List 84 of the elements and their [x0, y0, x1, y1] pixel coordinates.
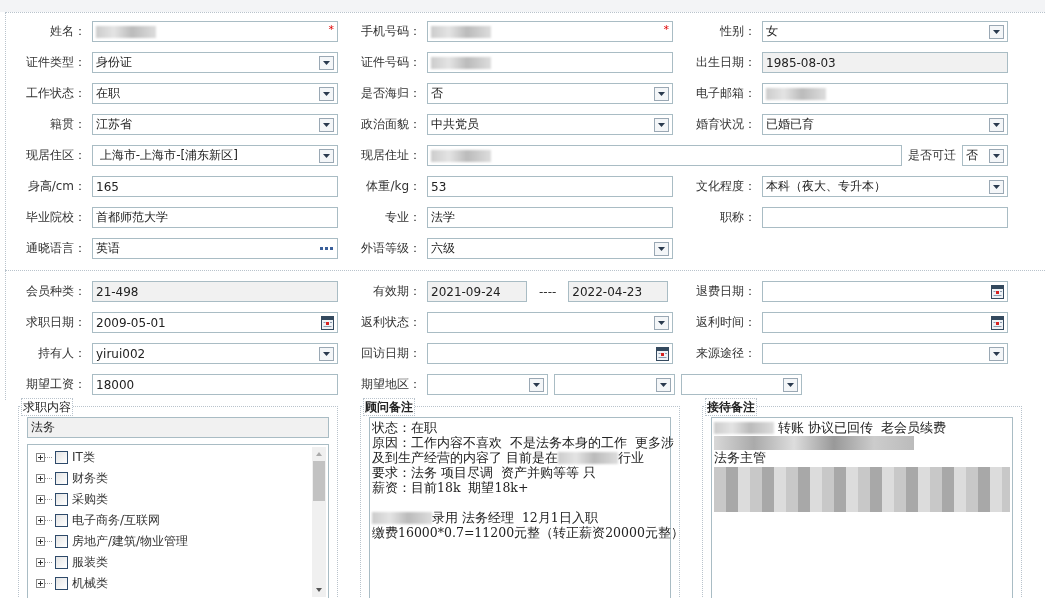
dropdown[interactable]: 否 [427, 83, 673, 104]
field-label: 求职日期： [25, 314, 87, 331]
readonly-field: 21-498 [92, 281, 338, 302]
tree-item[interactable]: 电子商务/互联网 [72, 512, 161, 529]
text-field[interactable]: * [427, 21, 673, 42]
note-text: 法务主管 [714, 450, 766, 465]
date-field[interactable]: 2009-05-01 [92, 312, 338, 333]
field-label: 是否可迁 [907, 147, 957, 164]
note-text: 要求：法务 项目尽调 资产并购等等 只 [372, 465, 596, 480]
text-field[interactable]: 18000 [92, 374, 338, 395]
field-label: 来源途径： [695, 345, 757, 362]
dropdown[interactable]: 在职 [92, 83, 338, 104]
note-text: 薪资：目前18k 期望18k+ [372, 480, 529, 495]
field-label: 返利状态： [360, 314, 422, 331]
field-label: 工作状态： [25, 85, 87, 102]
field-label: 是否海归： [360, 85, 422, 102]
required-mark: * [663, 23, 669, 36]
text-field[interactable]: 165 [92, 176, 338, 197]
field-label: 婚育状况： [695, 116, 757, 133]
readonly-field: 2022-04-23 [568, 281, 669, 302]
field-label: 外语等级： [360, 240, 422, 257]
tree-item[interactable]: 机械类 [72, 575, 108, 592]
notes-textarea[interactable]: 转账 协议已回传 老会员续费 法务主管 [711, 417, 1013, 598]
field-label: 现居住址： [360, 147, 422, 164]
field-label: 毕业院校： [25, 209, 87, 226]
dropdown[interactable]: 中共党员 [427, 114, 673, 135]
dropdown[interactable]: 上海市-上海市-[浦东新区] [92, 145, 338, 166]
field-label: 期望工资： [25, 376, 87, 393]
lookup-field[interactable]: 英语 [92, 238, 338, 259]
dropdown[interactable]: 江苏省 [92, 114, 338, 135]
field-label: 回访日期： [360, 345, 422, 362]
field-label: 专业： [384, 209, 422, 226]
panel-title: 顾问备注 [363, 398, 415, 416]
note-text: 录用 法务经理 12月1日入职 [432, 510, 598, 525]
dropdown[interactable]: yirui002 [92, 343, 338, 364]
dropdown[interactable]: 已婚已育 [762, 114, 1008, 135]
field-label: 会员种类： [25, 283, 87, 300]
field-label: 现居住区： [25, 147, 87, 164]
tree-item[interactable]: 采购类 [72, 491, 108, 508]
field-label: 退费日期： [695, 283, 757, 300]
field-label: 电子邮箱： [695, 85, 757, 102]
field-label: 政治面貌： [360, 116, 422, 133]
readonly-field: 2021-09-24 [427, 281, 527, 302]
field-label: 手机号码： [360, 23, 422, 40]
field-label: 文化程度： [695, 178, 757, 195]
tree-item[interactable]: 服装类 [72, 554, 108, 571]
field-label: 出生日期： [695, 54, 757, 71]
dropdown[interactable]: 身份证 [92, 52, 338, 73]
note-text: 缴费16000*0.7=11200元整（转正薪资20000元整） [372, 525, 684, 540]
field-label: 返利时间： [695, 314, 757, 331]
dropdown[interactable]: 女 [762, 21, 1008, 42]
field-label: 通晓语言： [25, 240, 87, 257]
text-field[interactable]: 首都师范大学 [92, 207, 338, 228]
note-text: 原因：工作内容不喜欢 不是法务本身的工作 更多涉 [372, 435, 674, 450]
tree-item[interactable]: 财务类 [72, 470, 108, 487]
field-label: 籍贯： [49, 116, 87, 133]
field-label: 期望地区： [360, 376, 422, 393]
field-label: 职称： [719, 209, 757, 226]
note-text: 行业 [618, 450, 644, 465]
field-label: 有效期： [372, 283, 422, 300]
field-label: 证件号码： [360, 54, 422, 71]
text-field[interactable]: 53 [427, 176, 673, 197]
field-label: 证件类型： [25, 54, 87, 71]
note-text: 状态：在职 [372, 420, 437, 435]
text-field[interactable]: 法学 [427, 207, 673, 228]
dropdown[interactable]: 否 [962, 145, 1008, 166]
field-label: 姓名： [49, 23, 87, 40]
range-separator: ---- [538, 284, 558, 299]
tree-item[interactable]: 房地产/建筑/物业管理 [72, 533, 189, 550]
field-label: 身高/cm： [26, 178, 87, 195]
readonly-field: 1985-08-03 [762, 52, 1008, 73]
tree-item[interactable]: IT类 [72, 449, 95, 466]
field-label: 性别： [719, 23, 757, 40]
readonly-field: 法务 [27, 417, 329, 438]
text-field[interactable]: * [92, 21, 338, 42]
dropdown[interactable]: 本科（夜大、专升本） [762, 176, 1008, 197]
panel-title: 接待备注 [705, 398, 757, 416]
field-label: 体重/kg： [365, 178, 422, 195]
note-text: 及到生产经营的内容了 目前是在 [372, 450, 558, 465]
dropdown[interactable]: 六级 [427, 238, 673, 259]
note-text: 转账 协议已回传 老会员续费 [776, 420, 946, 435]
panel-title: 求职内容 [21, 398, 73, 416]
required-mark: * [328, 23, 334, 36]
field-label: 持有人： [37, 345, 87, 362]
